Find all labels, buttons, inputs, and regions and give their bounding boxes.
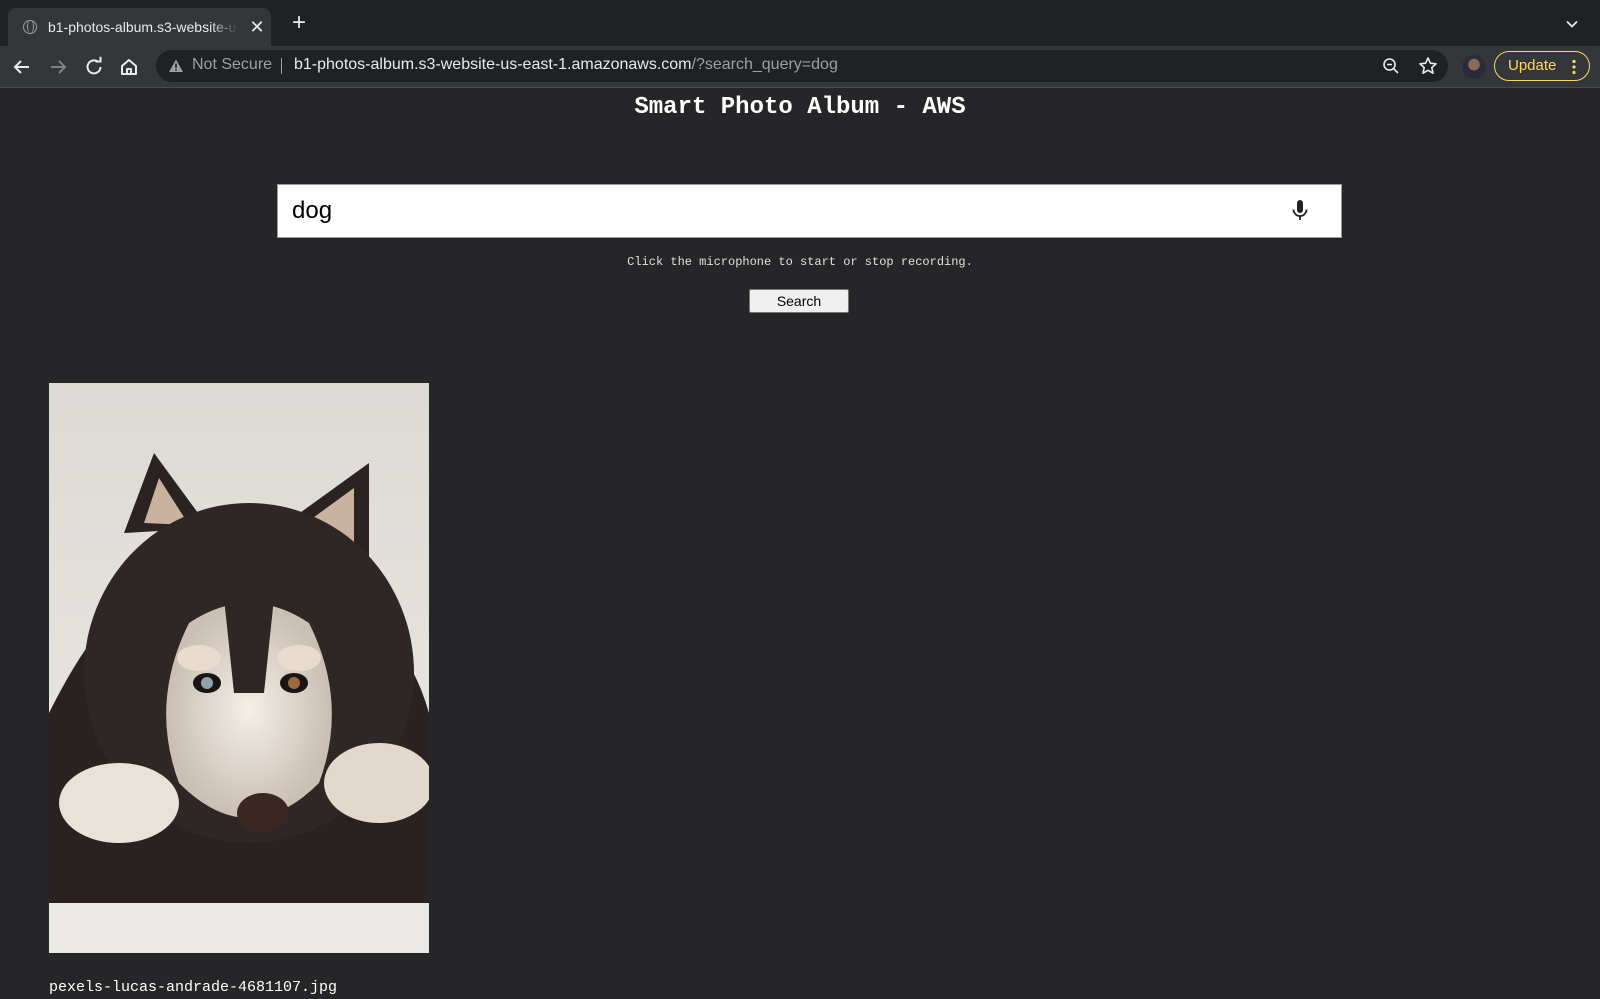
home-icon[interactable] [117,55,141,79]
address-bar[interactable]: Not Secure b1-photos-album.s3-website-us… [156,50,1448,82]
microphone-hint: Click the microphone to start or stop re… [627,255,973,269]
browser-tab-strip: b1-photos-album.s3-website-us-east-1.ama… [0,0,1600,46]
forward-icon[interactable] [46,55,70,79]
back-icon[interactable] [10,55,34,79]
star-icon[interactable] [1418,56,1438,76]
photo-filename: pexels-lucas-andrade-4681107.jpg [49,979,338,996]
update-button[interactable]: Update [1494,51,1590,81]
search-input[interactable] [292,193,1252,229]
microphone-icon[interactable] [1290,199,1310,223]
url-path: /?search_query=dog [691,56,838,73]
url-text[interactable]: b1-photos-album.s3-website-us-east-1.ama… [294,56,838,74]
more-icon [1572,59,1576,75]
husky-puppy-photo[interactable] [49,383,429,953]
warning-icon [169,59,183,72]
reload-icon[interactable] [82,55,106,79]
chevron-down-icon[interactable] [1564,16,1580,32]
tab-title: b1-photos-album.s3-website-us-east-1.ama… [48,19,238,35]
close-icon[interactable]: ✕ [248,17,266,37]
new-tab-button[interactable]: + [288,11,310,35]
search-button[interactable]: Search [749,289,849,313]
omnibox-divider [281,58,282,74]
result-card[interactable]: pexels-lucas-andrade-4681107.jpg [49,383,429,996]
avatar[interactable] [1462,55,1486,79]
page-title: Smart Photo Album - AWS [634,94,966,121]
browser-toolbar: Not Secure b1-photos-album.s3-website-us… [0,46,1600,88]
browser-tab[interactable]: b1-photos-album.s3-website-us-east-1.ama… [8,8,271,46]
update-label: Update [1508,57,1557,74]
url-host: b1-photos-album.s3-website-us-east-1.ama… [294,56,692,73]
security-label[interactable]: Not Secure [192,56,272,74]
search-box [277,184,1342,238]
zoom-icon[interactable] [1382,57,1400,75]
globe-icon [23,20,37,34]
